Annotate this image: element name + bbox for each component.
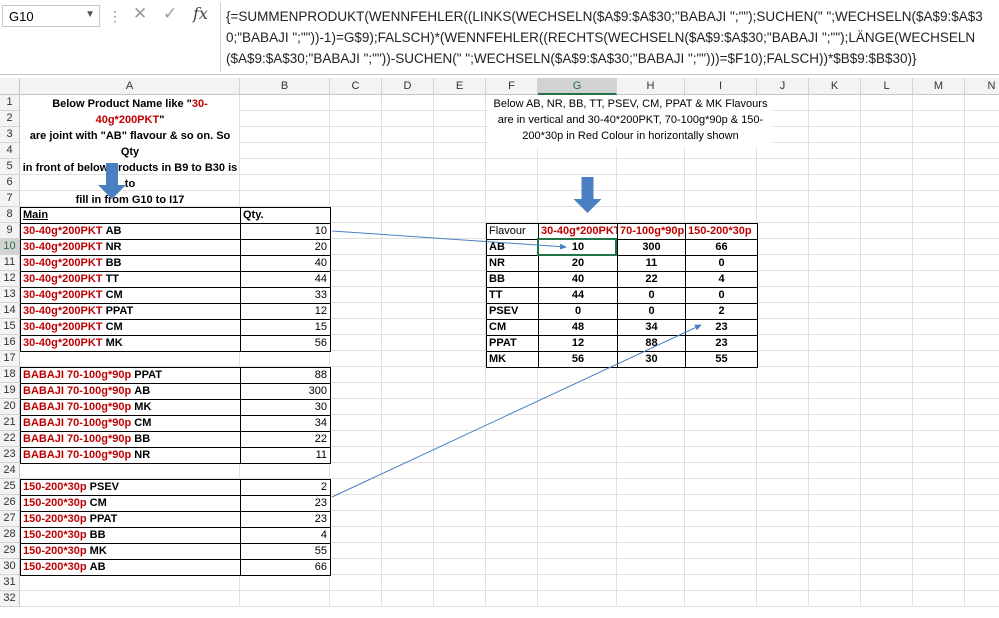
- name-box[interactable]: G10 ▼: [2, 5, 100, 27]
- connector-arrow: [331, 324, 702, 498]
- connector-arrow: [331, 230, 567, 250]
- insert-function-icon[interactable]: fx: [193, 4, 208, 23]
- chevron-down-icon[interactable]: ▼: [85, 9, 95, 20]
- formula-input[interactable]: {=SUMMENPRODUKT(WENNFEHLER((LINKS(WECHSE…: [226, 6, 996, 69]
- name-box-value: G10: [9, 9, 34, 24]
- more-icon: ⋮: [108, 8, 122, 24]
- formula-bar-divider: [220, 2, 221, 72]
- annotation-arrows: [98, 163, 702, 498]
- down-arrow-icon: [573, 177, 602, 213]
- down-arrow-icon: [98, 163, 126, 199]
- enter-icon[interactable]: ✓: [163, 4, 177, 24]
- cancel-icon[interactable]: ✕: [133, 4, 147, 24]
- formula-bar: G10 ▼ ⋮ ✕ ✓ fx {=SUMMENPRODUKT(WENNFEHLE…: [0, 0, 999, 75]
